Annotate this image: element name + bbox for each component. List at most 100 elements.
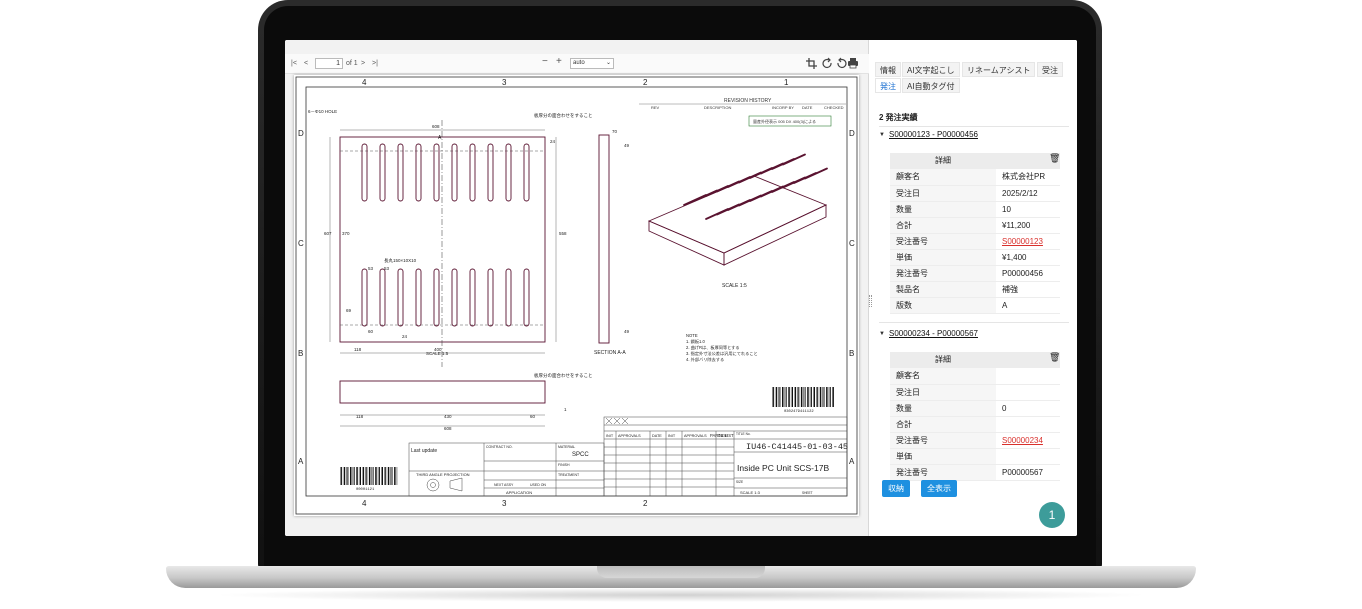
last-page-icon[interactable]: >| — [372, 58, 378, 69]
tab-ai-transcription[interactable]: AI文字起こし — [902, 62, 960, 77]
dim-69: 69 — [346, 308, 352, 313]
laptop-shadow — [210, 588, 1152, 602]
row-label-a-left: A — [298, 457, 304, 466]
page-count: of 1 — [346, 60, 358, 67]
pdf-viewer: |< < 1 of 1 > >| − + auto ⌄ 4 3 2 1 4 3 … — [285, 40, 869, 536]
order-number-link[interactable]: S00000123 — [996, 233, 1060, 250]
barcode-bar — [792, 387, 793, 407]
finish-label: FINISH — [558, 463, 570, 467]
barcode-bar — [384, 467, 385, 485]
barcode-bar — [778, 387, 779, 407]
edge-note-bottom: 板厚分の面合わせをすること — [534, 372, 593, 379]
stamp-note: 量産外径表示 005 DX 400(3)による — [753, 118, 816, 124]
contract-no-label: CONTRACT NO. — [486, 445, 513, 449]
slot — [487, 143, 494, 202]
page-number-input[interactable]: 1 — [315, 58, 343, 69]
table-row: 顧客名 — [890, 368, 1060, 385]
slot — [397, 143, 404, 202]
slot — [379, 268, 386, 327]
barcode-bar — [819, 387, 822, 407]
barcode-bar — [772, 387, 773, 407]
barcode-bar — [817, 387, 819, 407]
rotate-left-icon[interactable] — [837, 57, 847, 69]
caret-down-icon[interactable]: ▼ — [879, 331, 885, 337]
note-2: 2. 曲げRは、板厚同等とする — [686, 344, 740, 351]
barcode-bar — [347, 467, 349, 485]
iso-slot — [804, 167, 828, 180]
section-a-a-label: SECTION A-A — [594, 350, 626, 356]
zoom-in-button[interactable]: + — [556, 56, 562, 67]
order-link-1[interactable]: S00000123 - P00000456 — [889, 130, 978, 139]
size-label: SIZE — [736, 480, 743, 484]
side-panel: 情報 AI文字起こし リネームアシスト 受注 発注 AI自動タグ付 2 発注実績… — [873, 40, 1077, 536]
barcode-bar — [809, 387, 811, 407]
slot — [415, 268, 422, 327]
collapse-button[interactable]: 収納 — [882, 480, 910, 497]
note-4: 4. 外部バリ除去する — [686, 356, 724, 363]
revision-history-title: REVISION HISTORY — [724, 98, 772, 104]
slot-row-bottom — [361, 268, 530, 327]
barcode-bar — [362, 467, 365, 485]
zoom-select[interactable]: auto ⌄ — [570, 58, 614, 69]
approval-header-approvals-2: APPROVALS — [684, 434, 707, 438]
trash-icon[interactable]: 🗑 — [1049, 153, 1060, 164]
barcode-bar — [353, 467, 355, 485]
hole-note: 6－Φ10 HOLE — [308, 109, 337, 114]
barcode-bar — [346, 467, 347, 485]
dim-24-top: 24 — [550, 139, 556, 144]
dim-608-top: 608 — [432, 124, 440, 129]
barcode-bar — [813, 387, 815, 407]
title-block-left — [408, 442, 605, 497]
table-row: 単価 ¥1,400 — [890, 249, 1060, 266]
approval-header-date-1: DATE — [652, 434, 662, 438]
note-3: 3. 指定外寸法公差は汎用にてれること — [686, 350, 758, 357]
edge-note-top: 板厚分の面合わせをすること — [534, 112, 593, 119]
barcode-bar — [391, 467, 393, 485]
tab-rename-assist[interactable]: リネームアシスト — [962, 62, 1036, 77]
divider — [879, 126, 1069, 127]
barcode-right — [772, 387, 834, 407]
slot — [397, 268, 404, 327]
viewer-toolbar: |< < 1 of 1 > >| − + auto ⌄ — [285, 54, 869, 74]
trash-icon[interactable]: 🗑 — [1049, 352, 1060, 363]
caret-down-icon[interactable]: ▼ — [879, 132, 885, 138]
slot — [451, 143, 458, 202]
tab-received-orders[interactable]: 受注 — [1037, 62, 1063, 77]
row-label-b-right: B — [849, 349, 854, 358]
tab-info[interactable]: 情報 — [875, 62, 901, 77]
col-label-1-top: 1 — [784, 78, 789, 87]
prev-page-icon[interactable]: < — [304, 58, 308, 69]
table-row: 顧客名 株式会社PR — [890, 169, 1060, 186]
section-marker-a: A — [438, 135, 442, 141]
print-icon[interactable] — [848, 58, 858, 69]
barcode-bar — [365, 467, 366, 485]
slot — [379, 143, 386, 202]
zoom-out-button[interactable]: − — [542, 56, 548, 67]
last-update-label: Last update — [411, 448, 437, 454]
notification-badge[interactable]: 1 — [1039, 502, 1065, 528]
dim-558: 558 — [559, 231, 567, 236]
table-row: 発注番号 P00000456 — [890, 265, 1060, 282]
crop-icon[interactable] — [806, 58, 817, 69]
barcode-bar — [790, 387, 792, 407]
show-all-button[interactable]: 全表示 — [921, 480, 957, 497]
tab-purchase-orders[interactable]: 発注 — [875, 78, 901, 93]
barcode-bar — [396, 467, 398, 485]
slot-row-top — [361, 143, 530, 202]
order-number-link[interactable]: S00000234 — [996, 432, 1060, 449]
table-row: 製品名 補強 — [890, 281, 1060, 298]
pane-splitter[interactable] — [869, 295, 872, 307]
detail-header-1: 詳細 — [890, 153, 1060, 169]
dim-118: 118 — [354, 347, 362, 352]
col-label-2-bottom: 2 — [643, 499, 648, 508]
next-page-icon[interactable]: > — [361, 58, 365, 69]
inner-frame — [305, 86, 848, 497]
tab-ai-auto-tag[interactable]: AI自動タグ付 — [902, 78, 960, 93]
barcode-bar — [807, 387, 809, 407]
dim-60-front: 60 — [530, 414, 536, 419]
barcode-bar — [822, 387, 823, 407]
first-page-icon[interactable]: |< — [291, 58, 297, 69]
rotate-right-icon[interactable] — [822, 57, 832, 69]
barcode-bar — [372, 467, 374, 485]
order-link-2[interactable]: S00000234 - P00000567 — [889, 329, 978, 338]
